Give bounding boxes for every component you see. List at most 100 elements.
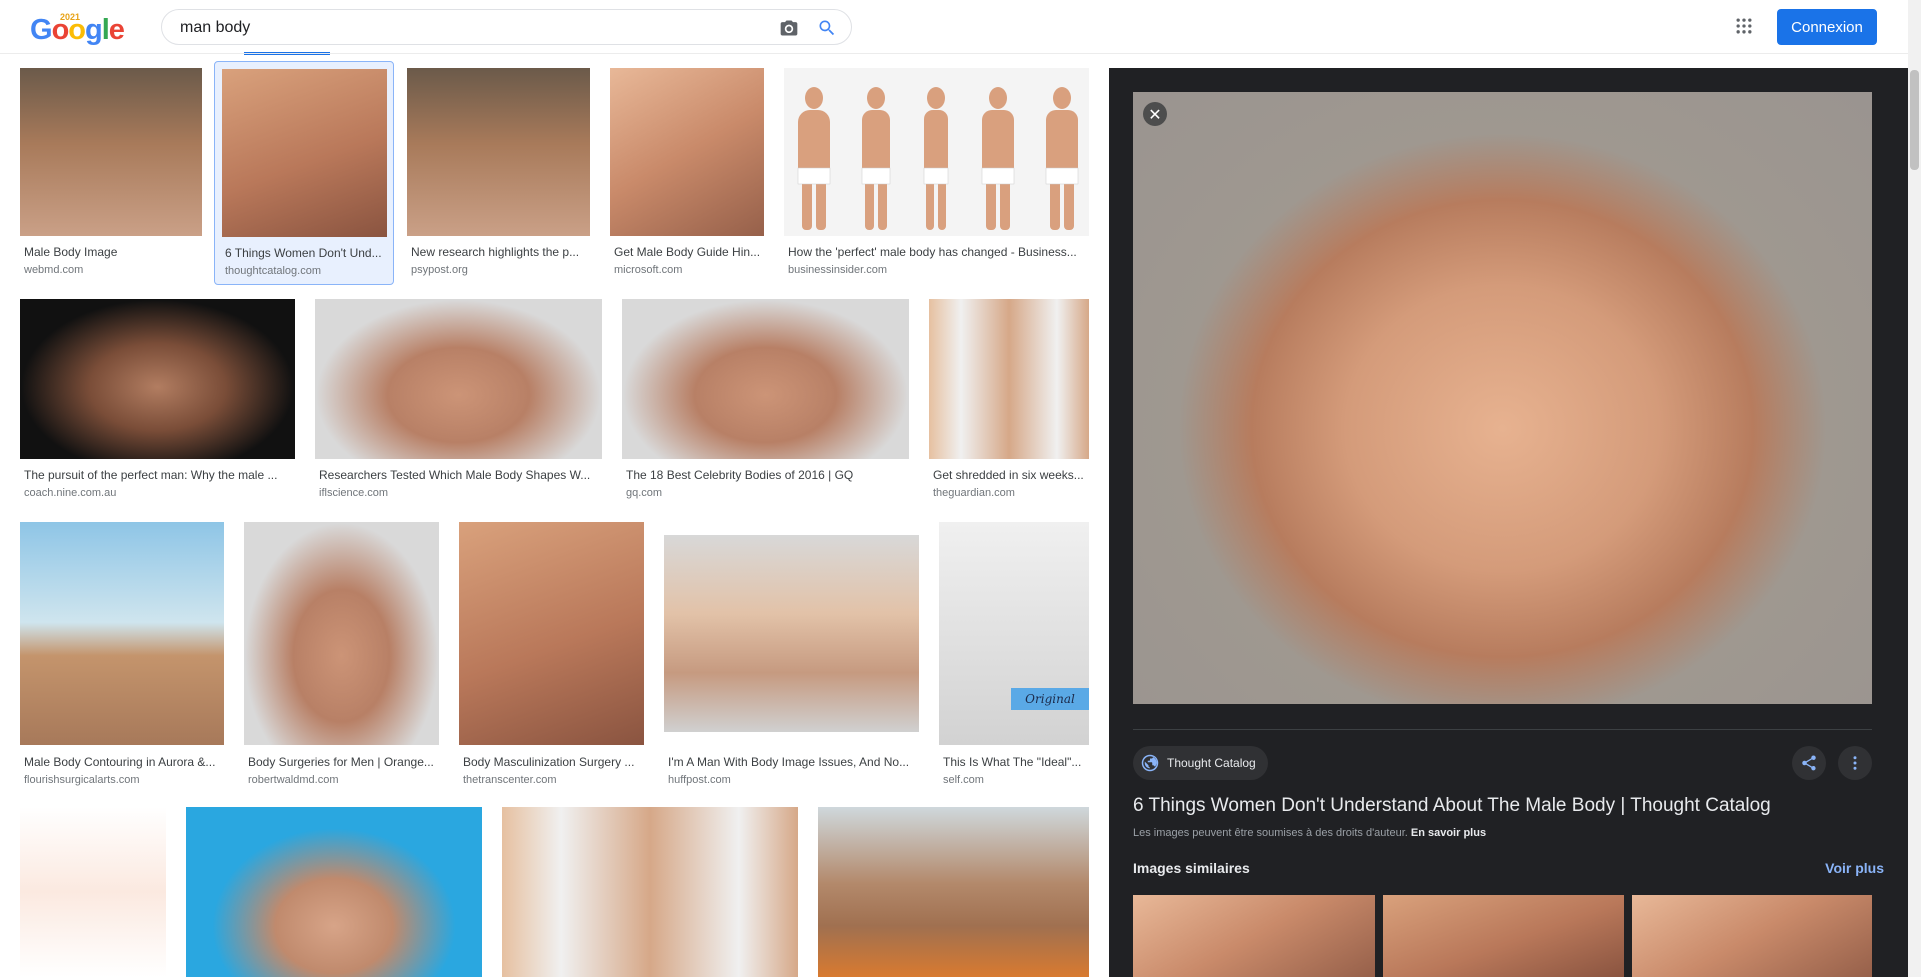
result-tile[interactable]: Body Masculinization Surgery ... thetran… (459, 522, 644, 792)
result-tile[interactable]: New research highlights the p... psypost… (407, 68, 590, 282)
learn-more-link[interactable]: En savoir plus (1411, 827, 1486, 839)
result-tile[interactable] (20, 807, 166, 977)
result-tile[interactable]: The pursuit of the perfect man: Why the … (20, 299, 295, 503)
result-tile[interactable]: Get shredded in six weeks... theguardian… (929, 299, 1089, 503)
more-vert-icon (1853, 756, 1857, 770)
body-evolution-illustration (797, 87, 1079, 230)
result-caption[interactable]: Get Male Body Guide Hin... (614, 245, 762, 259)
result-source[interactable]: webmd.com (24, 264, 200, 276)
result-caption[interactable]: The 18 Best Celebrity Bodies of 2016 | G… (626, 468, 906, 482)
result-caption[interactable]: Male Body Contouring in Aurora &... (24, 755, 220, 769)
result-tile[interactable] (818, 807, 1089, 977)
more-options-button[interactable] (1838, 746, 1872, 780)
search-input[interactable]: man body (180, 19, 740, 37)
result-tile[interactable]: The 18 Best Celebrity Bodies of 2016 | G… (622, 299, 909, 503)
result-image[interactable] (244, 522, 439, 745)
result-image[interactable] (20, 299, 295, 459)
close-button[interactable]: ✕ (1143, 102, 1167, 126)
close-icon: ✕ (1148, 104, 1162, 124)
result-image[interactable] (407, 68, 590, 236)
logo-letter: g (85, 14, 103, 46)
result-source[interactable]: flourishsurgicalarts.com (24, 774, 220, 786)
result-image[interactable] (459, 522, 644, 745)
result-source[interactable]: gq.com (626, 487, 906, 499)
signin-button[interactable]: Connexion (1777, 9, 1877, 45)
result-tile[interactable]: I'm A Man With Body Image Issues, And No… (664, 522, 919, 792)
result-caption[interactable]: How the 'perfect' male body has changed … (788, 245, 1087, 259)
result-tile[interactable]: Original This Is What The "Ideal"... sel… (939, 522, 1089, 792)
similar-image[interactable] (1133, 895, 1375, 977)
result-tile-selected[interactable]: 6 Things Women Don't Und... thoughtcatal… (214, 61, 394, 285)
result-source[interactable]: self.com (943, 774, 1087, 786)
result-image[interactable] (20, 522, 224, 745)
result-tile[interactable]: Get Male Body Guide Hin... microsoft.com (610, 68, 764, 282)
top-header: Google 2021 man body Connexion (0, 0, 1908, 52)
similar-image[interactable] (1383, 895, 1624, 977)
result-image[interactable] (186, 807, 482, 977)
result-image[interactable] (929, 299, 1089, 459)
logo-letter: G (30, 14, 53, 46)
result-image[interactable] (610, 68, 764, 236)
result-caption[interactable]: The pursuit of the perfect man: Why the … (24, 468, 290, 482)
similar-image[interactable] (1632, 895, 1872, 977)
result-tile[interactable]: Body Surgeries for Men | Orange... rober… (244, 522, 439, 792)
globe-icon (1141, 754, 1159, 772)
scrollbar-thumb[interactable] (1910, 70, 1919, 170)
result-tile[interactable] (502, 807, 798, 977)
result-image[interactable] (315, 299, 602, 459)
panel-divider (1133, 729, 1872, 730)
result-caption[interactable]: Body Masculinization Surgery ... (463, 755, 642, 769)
rights-notice: Les images peuvent être soumises à des d… (1133, 827, 1486, 839)
preview-image[interactable] (1133, 92, 1872, 704)
result-source[interactable]: huffpost.com (668, 774, 917, 786)
source-name[interactable]: Thought Catalog (1167, 756, 1256, 770)
result-caption[interactable]: New research highlights the p... (411, 245, 588, 259)
result-source[interactable]: thoughtcatalog.com (225, 265, 389, 277)
result-image[interactable] (20, 807, 166, 977)
preview-panel: ✕ Thought Catalog 6 Things Women Don't U… (1109, 68, 1908, 977)
result-tile[interactable]: Male Body Image webmd.com (20, 68, 202, 282)
logo-year: 2021 (60, 12, 81, 22)
preview-title[interactable]: 6 Things Women Don't Understand About Th… (1133, 795, 1771, 817)
header-divider (0, 53, 1908, 54)
result-source[interactable]: coach.nine.com.au (24, 487, 290, 499)
result-image[interactable] (622, 299, 909, 459)
result-source[interactable]: theguardian.com (933, 487, 1087, 499)
result-source[interactable]: iflscience.com (319, 487, 599, 499)
page-scrollbar[interactable] (1908, 0, 1921, 977)
result-image[interactable] (664, 535, 919, 732)
result-source[interactable]: thetranscenter.com (463, 774, 642, 786)
result-image[interactable]: Original (939, 522, 1089, 745)
result-source[interactable]: microsoft.com (614, 264, 762, 276)
result-image[interactable] (818, 807, 1089, 977)
rights-text: Les images peuvent être soumises à des d… (1133, 827, 1408, 839)
result-image[interactable] (502, 807, 798, 977)
result-image[interactable] (784, 68, 1089, 236)
result-caption[interactable]: Body Surgeries for Men | Orange... (248, 755, 437, 769)
result-caption[interactable]: I'm A Man With Body Image Issues, And No… (668, 755, 917, 769)
result-image[interactable] (222, 69, 387, 237)
result-tile[interactable]: How the 'perfect' male body has changed … (784, 68, 1089, 282)
search-box[interactable]: man body (161, 9, 852, 45)
result-source[interactable]: robertwaldmd.com (248, 774, 437, 786)
result-caption[interactable]: Get shredded in six weeks... (933, 468, 1087, 482)
result-source[interactable]: businessinsider.com (788, 264, 1087, 276)
share-button[interactable] (1792, 746, 1826, 780)
logo-letter: l (101, 14, 110, 46)
logo-letter: e (108, 14, 125, 46)
result-image[interactable] (20, 68, 202, 236)
result-caption[interactable]: Researchers Tested Which Male Body Shape… (319, 468, 599, 482)
result-caption[interactable]: This Is What The "Ideal"... (943, 755, 1087, 769)
apps-grid-icon[interactable] (1734, 16, 1754, 36)
result-tile[interactable] (186, 807, 482, 977)
camera-icon[interactable] (779, 18, 799, 38)
result-tile[interactable]: Researchers Tested Which Male Body Shape… (315, 299, 602, 503)
result-source[interactable]: psypost.org (411, 264, 588, 276)
result-tile[interactable]: Male Body Contouring in Aurora &... flou… (20, 522, 224, 792)
result-caption[interactable]: Male Body Image (24, 245, 200, 259)
similar-images-heading: Images similaires (1133, 860, 1250, 876)
search-icon[interactable] (817, 18, 837, 38)
see-more-link[interactable]: Voir plus (1825, 860, 1884, 876)
result-caption[interactable]: 6 Things Women Don't Und... (225, 246, 389, 260)
source-chip[interactable]: Thought Catalog (1133, 746, 1268, 780)
